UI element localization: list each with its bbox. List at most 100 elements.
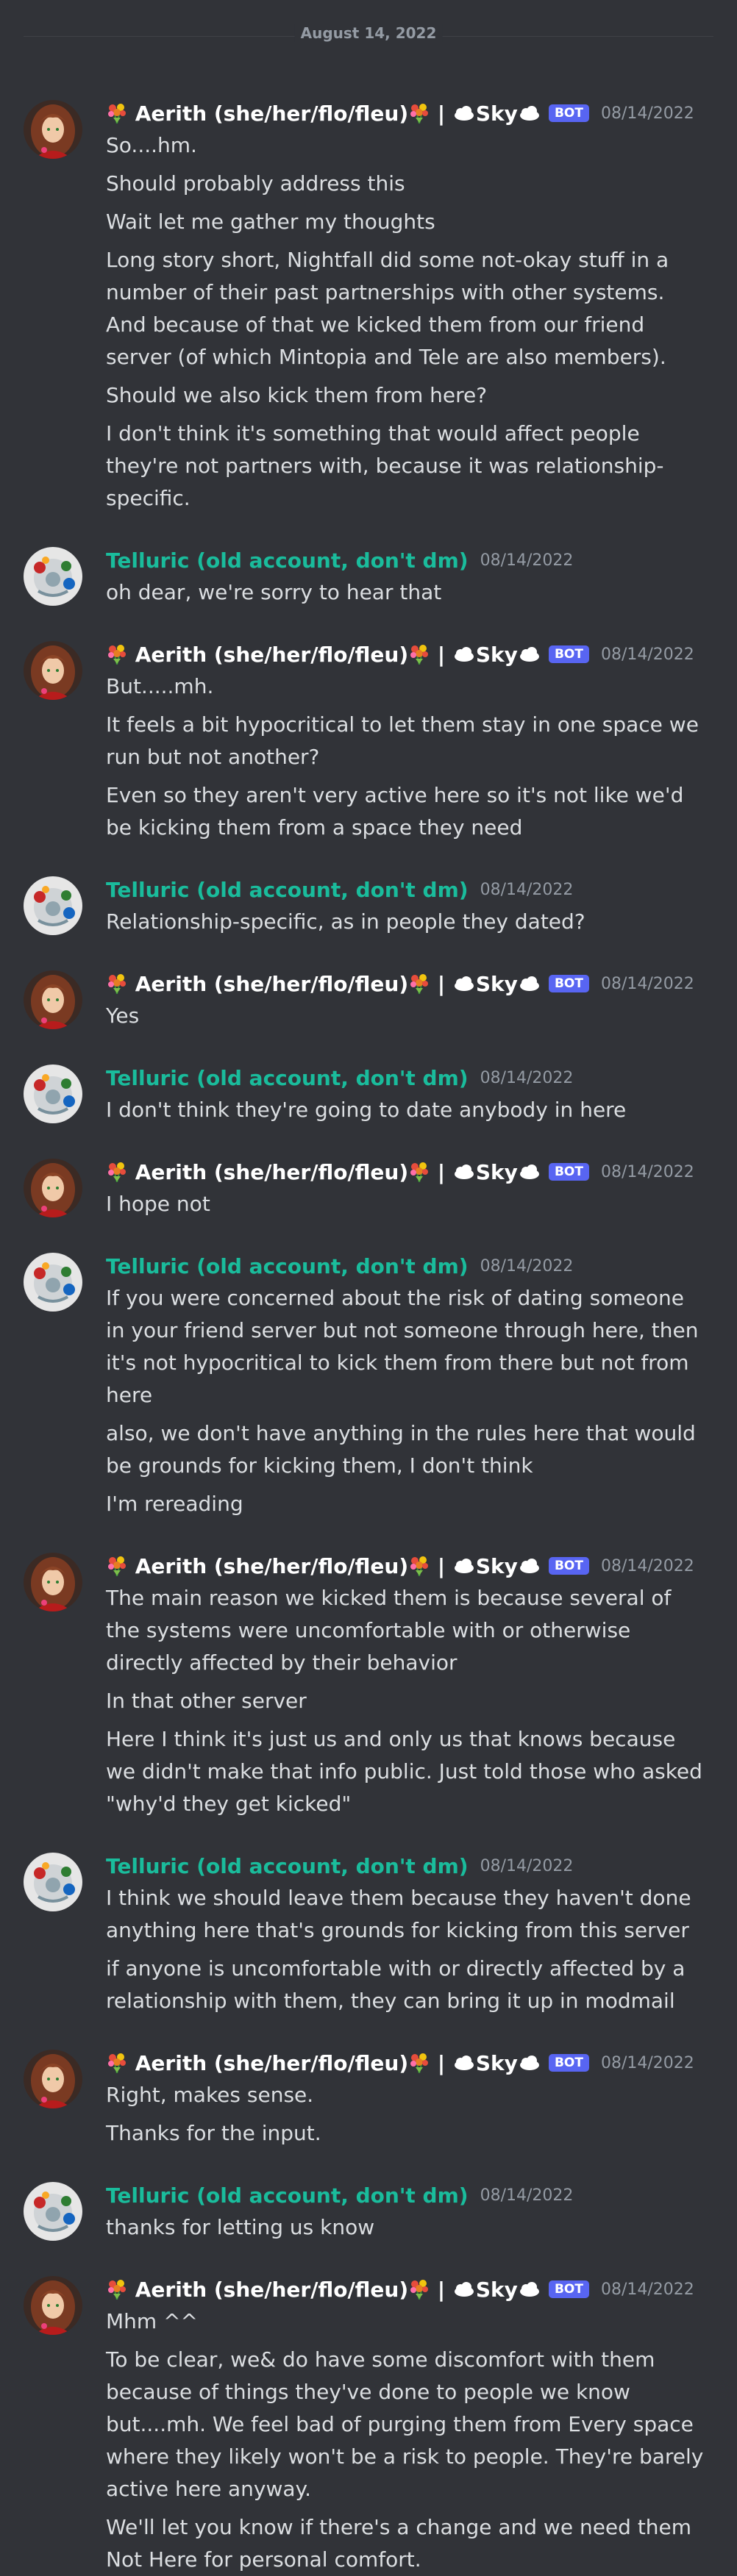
avatar[interactable]	[24, 547, 82, 606]
cloud-icon	[518, 643, 541, 667]
avatar[interactable]	[24, 641, 82, 700]
message-text: also, we don't have anything in the rule…	[106, 1421, 696, 1478]
bouquet-icon	[408, 101, 430, 126]
message-group: Aerith (she/her/flo/fleu) | Sky BOT 08/14/…	[0, 99, 737, 515]
message-header: Aerith (she/her/flo/fleu) | Sky BOT 08/14/…	[106, 640, 708, 669]
message-text: Thanks for the input.	[106, 2121, 321, 2145]
message-text: Yes	[106, 1003, 140, 1028]
avatar[interactable]	[24, 100, 82, 159]
sky-label: Sky	[475, 101, 518, 126]
message-timestamp[interactable]: 08/14/2022	[601, 975, 694, 993]
author-name[interactable]: Telluric (old account, don't dm)	[106, 1066, 469, 1090]
bouquet-icon	[408, 972, 430, 996]
message-group: Telluric (old account, don't dm) 08/14/20…	[0, 1063, 737, 1126]
bot-badge: BOT	[548, 1163, 589, 1181]
bot-badge: BOT	[548, 2280, 589, 2298]
author-name[interactable]: Aerith (she/her/flo/fleu) | Sky	[106, 643, 541, 667]
avatar[interactable]	[24, 876, 82, 935]
message-timestamp[interactable]: 08/14/2022	[601, 104, 694, 123]
message-timestamp[interactable]: 08/14/2022	[480, 551, 574, 570]
message-group: Aerith (she/her/flo/fleu) | Sky BOT 08/14/…	[0, 1551, 737, 1820]
author-name-text: Aerith (she/her/flo/fleu)	[128, 642, 409, 667]
avatar[interactable]	[24, 2050, 82, 2108]
avatar[interactable]	[24, 2182, 82, 2241]
avatar[interactable]	[24, 1253, 82, 1312]
message-group: Telluric (old account, don't dm) 08/14/20…	[0, 1851, 737, 2017]
message-timestamp[interactable]: 08/14/2022	[480, 1069, 574, 1087]
message-text: thanks for letting us know	[106, 2215, 375, 2239]
message-group: Telluric (old account, don't dm) 08/14/20…	[0, 545, 737, 609]
bot-badge: BOT	[548, 104, 589, 122]
message-group: Telluric (old account, don't dm) 08/14/20…	[0, 1251, 737, 1520]
message-text: Here I think it's just us and only us th…	[106, 1727, 702, 1816]
cloud-icon	[518, 1160, 541, 1184]
author-name[interactable]: Telluric (old account, don't dm)	[106, 1854, 469, 1878]
bouquet-icon	[408, 1554, 430, 1578]
bouquet-icon	[408, 643, 430, 667]
bot-badge: BOT	[548, 2054, 589, 2072]
message-timestamp[interactable]: 08/14/2022	[480, 1857, 574, 1875]
message-text: if anyone is uncomfortable with or direc…	[106, 1956, 686, 2013]
message-text: Should we also kick them from here?	[106, 383, 488, 407]
name-separator: |	[430, 642, 452, 667]
message-timestamp[interactable]: 08/14/2022	[601, 2280, 694, 2299]
avatar[interactable]	[24, 1553, 82, 1611]
message-text: Relationship-specific, as in people they…	[106, 909, 585, 934]
cloud-icon	[518, 2051, 541, 2075]
message-header: Aerith (she/her/flo/fleu) | Sky BOT 08/14/…	[106, 2275, 708, 2304]
message-text: But.....mh.	[106, 674, 214, 698]
author-name[interactable]: Telluric (old account, don't dm)	[106, 1254, 469, 1278]
bouquet-icon	[106, 2051, 128, 2075]
author-name[interactable]: Aerith (she/her/flo/fleu) | Sky	[106, 1160, 541, 1184]
avatar[interactable]	[24, 2276, 82, 2335]
avatar[interactable]	[24, 1853, 82, 1911]
author-name[interactable]: Aerith (she/her/flo/fleu) | Sky	[106, 101, 541, 126]
author-name[interactable]: Telluric (old account, don't dm)	[106, 878, 469, 902]
bouquet-icon	[106, 643, 128, 667]
author-name-text: Aerith (she/her/flo/fleu)	[128, 971, 409, 996]
author-name[interactable]: Aerith (she/her/flo/fleu) | Sky	[106, 1554, 541, 1578]
message-timestamp[interactable]: 08/14/2022	[601, 2054, 694, 2072]
message-text: It feels a bit hypocritical to let them …	[106, 712, 699, 769]
message-timestamp[interactable]: 08/14/2022	[601, 645, 694, 664]
message-header: Telluric (old account, don't dm) 08/14/20…	[106, 545, 708, 575]
cloud-icon	[452, 1554, 476, 1578]
message-text: If you were concerned about the risk of …	[106, 1286, 699, 1407]
message-list: Aerith (she/her/flo/fleu) | Sky BOT 08/14/…	[0, 32, 737, 2576]
message-text: So....hm.	[106, 133, 197, 157]
author-name[interactable]: Telluric (old account, don't dm)	[106, 548, 469, 573]
sky-label: Sky	[475, 642, 518, 667]
author-name-text: Aerith (she/her/flo/fleu)	[128, 1553, 409, 1578]
message-timestamp[interactable]: 08/14/2022	[480, 2186, 574, 2205]
author-name[interactable]: Telluric (old account, don't dm)	[106, 2183, 469, 2208]
author-name[interactable]: Aerith (she/her/flo/fleu) | Sky	[106, 2278, 541, 2302]
message-header: Aerith (she/her/flo/fleu) | Sky BOT 08/14/…	[106, 2048, 708, 2078]
author-name[interactable]: Aerith (she/her/flo/fleu) | Sky	[106, 2051, 541, 2075]
message-group: Aerith (she/her/flo/fleu) | Sky BOT 08/14/…	[0, 1157, 737, 1220]
message-group: Telluric (old account, don't dm) 08/14/20…	[0, 2180, 737, 2244]
avatar[interactable]	[24, 1065, 82, 1123]
message-text: Right, makes sense.	[106, 2083, 314, 2107]
avatar[interactable]	[24, 1159, 82, 1217]
message-header: Aerith (she/her/flo/fleu) | Sky BOT 08/14/…	[106, 99, 708, 128]
cloud-icon	[452, 2278, 476, 2302]
author-name[interactable]: Aerith (she/her/flo/fleu) | Sky	[106, 972, 541, 996]
message-timestamp[interactable]: 08/14/2022	[601, 1163, 694, 1181]
date-divider: August 14, 2022	[24, 0, 713, 42]
message-header: Telluric (old account, don't dm) 08/14/20…	[106, 2180, 708, 2210]
message-timestamp[interactable]: 08/14/2022	[480, 881, 574, 899]
sky-label: Sky	[475, 971, 518, 996]
avatar[interactable]	[24, 970, 82, 1029]
author-name-text: Aerith (she/her/flo/fleu)	[128, 101, 409, 126]
message-header: Aerith (she/her/flo/fleu) | Sky BOT 08/14/…	[106, 1551, 708, 1581]
message-header: Telluric (old account, don't dm) 08/14/20…	[106, 1851, 708, 1881]
name-separator: |	[430, 971, 452, 996]
message-timestamp[interactable]: 08/14/2022	[480, 1257, 574, 1276]
cloud-icon	[518, 101, 541, 126]
message-header: Aerith (she/her/flo/fleu) | Sky BOT 08/14/…	[106, 969, 708, 998]
message-group: Aerith (she/her/flo/fleu) | Sky BOT 08/14/…	[0, 969, 737, 1032]
cloud-icon	[452, 101, 476, 126]
name-separator: |	[430, 101, 452, 126]
message-timestamp[interactable]: 08/14/2022	[601, 1557, 694, 1575]
bot-badge: BOT	[548, 1557, 589, 1575]
